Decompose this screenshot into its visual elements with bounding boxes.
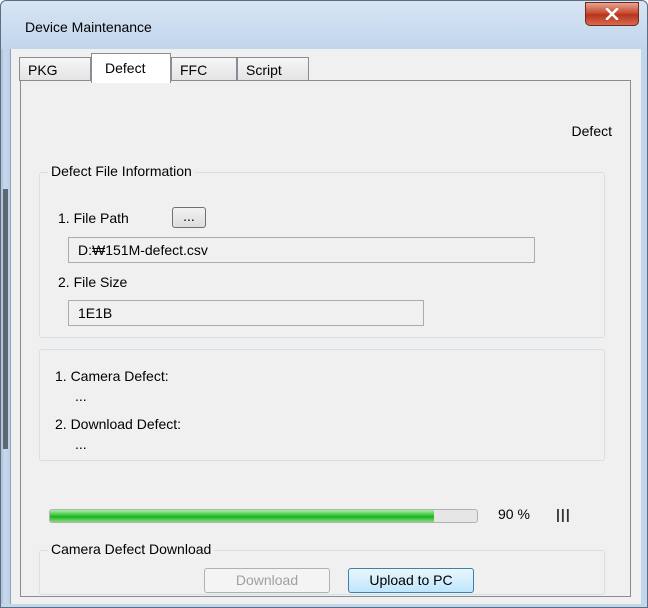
title-bar[interactable]: Device Maintenance — [1, 1, 647, 49]
file-size-label: 2. File Size — [58, 274, 128, 290]
defect-status-group: 1. Camera Defect: ... 2. Download Defect… — [39, 349, 605, 461]
window-left-edge — [1, 49, 10, 604]
panel-heading: Defect — [571, 123, 612, 139]
client-area: PKG Defect FFC Script Defect Defect File… — [10, 49, 641, 604]
close-button[interactable] — [585, 2, 639, 26]
tab-defect[interactable]: Defect — [91, 53, 171, 83]
group-title-file-info: Defect File Information — [48, 163, 195, 179]
browse-button[interactable]: ... — [172, 207, 206, 228]
camera-defect-value: ... — [75, 388, 87, 404]
defect-tab-panel: Defect Defect File Information 1. File P… — [20, 80, 631, 597]
tab-strip: PKG Defect FFC Script — [19, 53, 631, 83]
tab-ffc[interactable]: FFC — [171, 57, 237, 81]
panel-body: Defect Defect File Information 1. File P… — [21, 81, 630, 596]
progress-percent: 90 % — [498, 506, 530, 522]
file-path-label: 1. File Path — [58, 210, 129, 226]
defect-file-info-group: Defect File Information 1. File Path ...… — [39, 163, 605, 338]
download-button[interactable]: Download — [204, 568, 330, 593]
tab-pkg[interactable]: PKG — [19, 57, 91, 81]
file-size-field: 1E1B — [68, 300, 424, 326]
group-title-download: Camera Defect Download — [48, 541, 215, 557]
window-title: Device Maintenance — [25, 19, 152, 35]
edge-decoration — [3, 189, 8, 449]
tab-script[interactable]: Script — [237, 57, 309, 81]
close-icon — [605, 8, 619, 20]
camera-defect-download-group: Camera Defect Download Download Upload t… — [39, 541, 605, 595]
camera-defect-label: 1. Camera Defect: — [55, 368, 169, 384]
progress-fill — [50, 510, 435, 522]
download-progress-bar — [49, 509, 478, 523]
upload-to-pc-button[interactable]: Upload to PC — [348, 568, 474, 593]
device-maintenance-window: Device Maintenance PKG Defect FFC Script… — [0, 0, 648, 608]
download-defect-value: ... — [75, 436, 87, 452]
download-defect-label: 2. Download Defect: — [55, 416, 182, 432]
file-path-field: D:₩151M-defect.csv — [68, 237, 535, 263]
progress-indicator: ||| — [556, 506, 571, 522]
